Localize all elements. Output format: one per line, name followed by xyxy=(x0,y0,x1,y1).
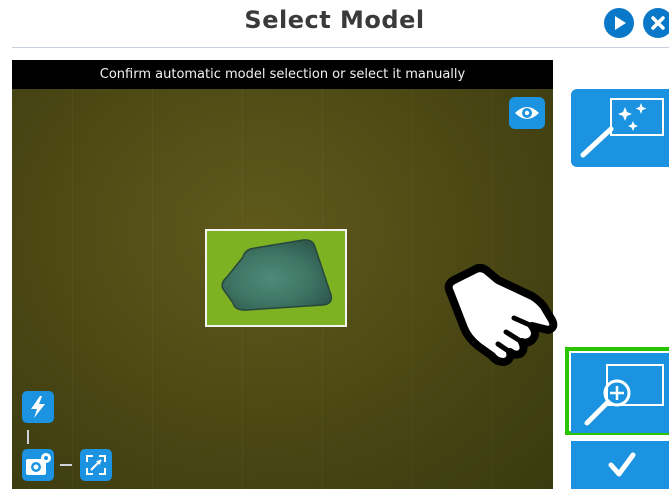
instruction-text: Confirm automatic model selection or sel… xyxy=(12,60,553,89)
fit-view-button[interactable] xyxy=(80,449,112,481)
magic-wand-icon xyxy=(580,98,664,158)
expand-icon xyxy=(86,455,106,475)
confirm-button[interactable] xyxy=(571,441,669,489)
texture-line xyxy=(152,89,153,489)
close-circle-icon xyxy=(651,16,665,30)
flash-button[interactable] xyxy=(22,391,54,423)
detected-object xyxy=(221,239,333,311)
texture-line xyxy=(412,89,413,489)
play-circle-icon xyxy=(615,16,626,30)
connector-line xyxy=(27,430,29,444)
pointing-hand-icon xyxy=(444,264,558,366)
manual-select-button[interactable] xyxy=(571,353,669,433)
model-selection-box[interactable] xyxy=(205,229,347,327)
next-button[interactable] xyxy=(604,8,634,38)
camera-settings-button[interactable] xyxy=(22,449,54,481)
lightning-icon xyxy=(31,396,45,418)
close-button[interactable] xyxy=(643,8,669,38)
checkmark-icon xyxy=(608,452,636,477)
page-title: Select Model xyxy=(244,6,425,34)
connector-line xyxy=(60,464,72,466)
zoom-in-icon xyxy=(584,364,664,426)
eye-icon xyxy=(515,107,539,119)
texture-line xyxy=(72,89,73,489)
toggle-view-button[interactable] xyxy=(509,97,545,129)
auto-select-button[interactable] xyxy=(571,89,669,167)
camera-settings-icon xyxy=(26,453,51,475)
title-divider xyxy=(12,47,669,48)
